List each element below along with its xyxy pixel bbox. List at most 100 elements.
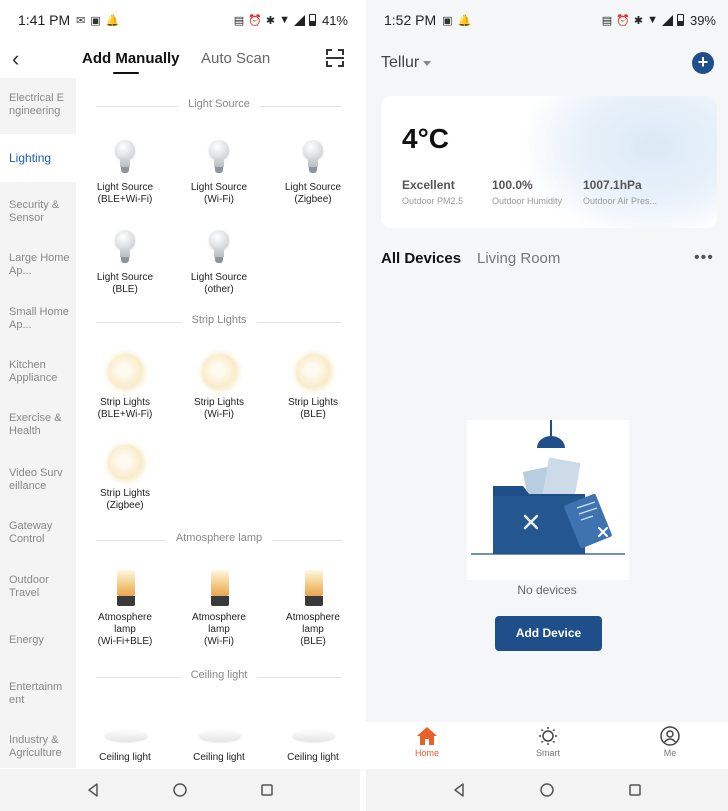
status-time: 1:52 PM [384, 12, 437, 28]
battery-percent: 41% [321, 12, 348, 28]
device-atmosphere-lamp-wifi[interactable]: Atmosphere lamp (Wi-Fi) [171, 568, 267, 648]
bulb-icon [105, 138, 145, 178]
device-light-source-ble-wifi[interactable]: Light Source (BLE+Wi-Fi) [77, 138, 173, 206]
home-screen: 1:52 PM ▣ 🔔 ▤ ⏰ ✱ ▼ 39% Tellur + 4°C Exc… [366, 0, 728, 811]
section-header: Strip Lights [96, 314, 342, 330]
add-device-screen: 1:41 PM ✉ ▣ 🔔 ▤ ⏰ ✱ ▼ 41% ‹ Add Manually… [0, 0, 360, 811]
ceiling-light-icon [199, 708, 241, 748]
air-pressure-value: 1007.1hPa [583, 178, 642, 192]
strip-light-icon [105, 444, 145, 484]
device-strip-lights-zigbee[interactable]: Strip Lights (Zigbee) [77, 444, 173, 512]
alarm-icon: ⏰ [616, 14, 630, 27]
battery-percent: 39% [689, 12, 716, 28]
weather-background [527, 96, 717, 228]
device-atmosphere-lamp-ble[interactable]: Atmosphere lamp (BLE) [265, 568, 360, 648]
nav-recents-icon[interactable] [628, 783, 642, 797]
status-right: ▤ ⏰ ✱ ▼ 39% [602, 13, 716, 28]
status-bar: 1:41 PM ✉ ▣ 🔔 ▤ ⏰ ✱ ▼ 41% [0, 0, 360, 40]
device-strip-lights-wifi[interactable]: Strip Lights (Wi-Fi) [171, 353, 267, 421]
category-energy[interactable]: Energy [9, 634, 71, 647]
battery-icon [676, 14, 684, 26]
signal-icon [293, 14, 305, 26]
image-icon: ▣ [442, 14, 453, 27]
device-light-source-wifi[interactable]: Light Source (Wi-Fi) [171, 138, 267, 206]
category-industry-agriculture[interactable]: Industry & Agriculture [9, 734, 71, 760]
category-small-home-appliance[interactable]: Small Home Ap... [9, 306, 71, 332]
category-lighting[interactable]: Lighting [9, 152, 71, 165]
status-bar: 1:52 PM ▣ 🔔 ▤ ⏰ ✱ ▼ 39% [366, 0, 728, 40]
tab-add-manually[interactable]: Add Manually [82, 50, 180, 67]
category-gateway-control[interactable]: Gateway Control [9, 520, 71, 546]
category-entertainment[interactable]: Entertainm ent [9, 681, 71, 707]
device-ceiling-light[interactable]: Ceiling light [77, 708, 173, 764]
no-devices-illustration [467, 420, 629, 580]
back-arrow-icon[interactable]: ‹ [12, 46, 19, 72]
tab-home[interactable]: Home [397, 726, 457, 758]
status-time: 1:41 PM [18, 12, 71, 28]
scan-qr-icon[interactable] [326, 49, 344, 67]
category-video-surveillance[interactable]: Video Surv eillance [9, 467, 71, 493]
tab-me[interactable]: Me [640, 726, 700, 758]
alarm-icon: ⏰ [248, 14, 262, 27]
signal-icon [661, 14, 673, 26]
more-options-icon[interactable]: ••• [694, 249, 714, 267]
add-device-button[interactable]: Add Device [495, 616, 602, 651]
image-icon: ▣ [90, 14, 101, 27]
device-light-source-ble[interactable]: Light Source (BLE) [77, 228, 173, 296]
nfc-icon: ▤ [233, 14, 245, 27]
top-bar: ‹ Add Manually Auto Scan [0, 40, 360, 78]
caret-down-icon[interactable] [423, 61, 431, 66]
humidity-value: 100.0% [492, 178, 533, 192]
device-ceiling-light[interactable]: Ceiling light [171, 708, 267, 764]
wifi-icon: ▼ [647, 14, 658, 26]
device-ceiling-light[interactable]: Ceiling light [265, 708, 360, 764]
outdoor-temperature: 4°C [402, 123, 449, 154]
bell-icon: 🔔 [105, 14, 120, 27]
add-icon[interactable]: + [692, 52, 714, 74]
category-exercise-health[interactable]: Exercise & Health [9, 412, 71, 438]
nav-back-icon[interactable] [452, 783, 466, 797]
tab-all-devices[interactable]: All Devices [381, 250, 461, 267]
battery-icon [308, 14, 316, 26]
tab-living-room[interactable]: Living Room [477, 250, 560, 267]
home-selector[interactable]: Tellur [381, 54, 419, 72]
bell-icon: 🔔 [457, 14, 472, 27]
category-large-home-appliance[interactable]: Large Home Ap... [9, 252, 71, 278]
empty-state-text: No devices [517, 583, 577, 597]
weather-card[interactable]: 4°C Excellent Outdoor PM2.5 100.0% Outdo… [381, 96, 717, 228]
pm25-value: Excellent [402, 178, 455, 192]
ceiling-light-icon [105, 708, 147, 748]
device-light-source-other[interactable]: Light Source (other) [171, 228, 267, 296]
nav-home-icon[interactable] [539, 782, 555, 798]
lamp-icon [199, 568, 239, 608]
ceiling-light-icon [293, 708, 335, 748]
user-icon [660, 726, 680, 746]
bulb-icon [105, 228, 145, 268]
status-right: ▤ ⏰ ✱ ▼ 41% [234, 13, 348, 28]
section-header: Ceiling light [96, 669, 342, 685]
nav-back-icon[interactable] [86, 783, 100, 797]
device-strip-lights-ble[interactable]: Strip Lights (BLE) [265, 353, 360, 421]
section-header: Atmosphere lamp [96, 532, 342, 548]
device-type-list: Light Source Light Source (BLE+Wi-Fi) Lig… [76, 78, 360, 768]
tab-auto-scan[interactable]: Auto Scan [201, 50, 270, 67]
strip-light-icon [105, 353, 145, 393]
lamp-icon [105, 568, 145, 608]
strip-light-icon [199, 353, 239, 393]
category-sidebar: Electrical E ngineering Lighting Securit… [0, 78, 76, 768]
device-strip-lights-ble-wifi[interactable]: Strip Lights (BLE+Wi-Fi) [77, 353, 173, 421]
category-outdoor-travel[interactable]: Outdoor Travel [9, 574, 71, 600]
category-electrical-engineering[interactable]: Electrical E ngineering [9, 92, 71, 118]
pm25-label: Outdoor PM2.5 [402, 196, 464, 206]
device-atmosphere-lamp-wifi-ble[interactable]: Atmosphere lamp (Wi-Fi+BLE) [77, 568, 173, 648]
air-pressure-label: Outdoor Air Pres... [583, 196, 658, 206]
device-light-source-zigbee[interactable]: Light Source (Zigbee) [265, 138, 360, 206]
bluetooth-icon: ✱ [633, 14, 644, 27]
bulb-icon [293, 138, 333, 178]
category-kitchen-appliance[interactable]: Kitchen Appliance [9, 359, 71, 385]
bottom-tab-bar: Home Smart Me [366, 722, 728, 770]
tab-smart[interactable]: Smart [518, 726, 578, 758]
nav-home-icon[interactable] [172, 782, 188, 798]
category-security-sensor[interactable]: Security & Sensor [9, 199, 71, 225]
nav-recents-icon[interactable] [260, 783, 274, 797]
